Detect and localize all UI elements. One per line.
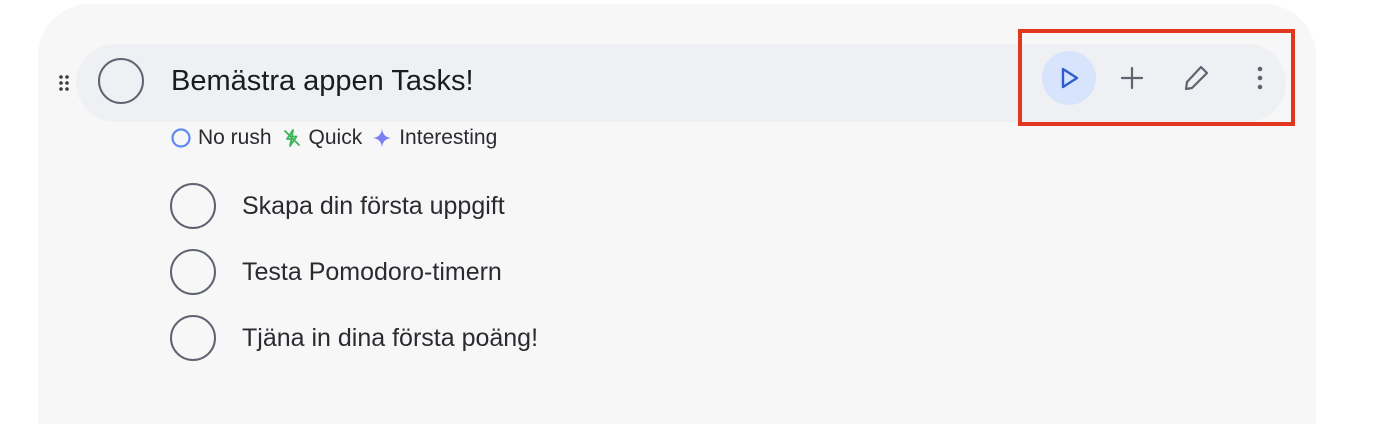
task-tags: No rush Quick Interesting bbox=[170, 125, 506, 151]
tag-label: Interesting bbox=[399, 126, 498, 149]
subtask-checkbox[interactable] bbox=[170, 183, 216, 229]
tag-interesting[interactable]: Interesting bbox=[371, 126, 497, 150]
tag-label: No rush bbox=[198, 126, 272, 149]
subtask-item[interactable]: Skapa din första uppgift bbox=[170, 182, 505, 230]
lightning-off-icon bbox=[283, 129, 300, 147]
tag-quick[interactable]: Quick bbox=[281, 126, 363, 150]
tag-label: Quick bbox=[308, 126, 363, 149]
task-title[interactable]: Bemästra appen Tasks! bbox=[171, 62, 474, 100]
subtask-item[interactable]: Testa Pomodoro-timern bbox=[170, 248, 502, 296]
circle-outline-icon bbox=[171, 128, 191, 148]
tag-no-rush[interactable]: No rush bbox=[170, 126, 272, 150]
actions-highlight-box bbox=[1018, 29, 1295, 126]
drag-handle-icon[interactable] bbox=[58, 74, 72, 92]
sparkle-icon bbox=[373, 129, 392, 147]
subtask-checkbox[interactable] bbox=[170, 249, 216, 295]
subtask-label[interactable]: Testa Pomodoro-timern bbox=[242, 258, 502, 287]
subtask-item[interactable]: Tjäna in dina första poäng! bbox=[170, 314, 538, 362]
subtask-label[interactable]: Skapa din första uppgift bbox=[242, 192, 505, 221]
subtask-label[interactable]: Tjäna in dina första poäng! bbox=[242, 324, 538, 353]
task-complete-checkbox[interactable] bbox=[98, 58, 144, 104]
subtask-checkbox[interactable] bbox=[170, 315, 216, 361]
